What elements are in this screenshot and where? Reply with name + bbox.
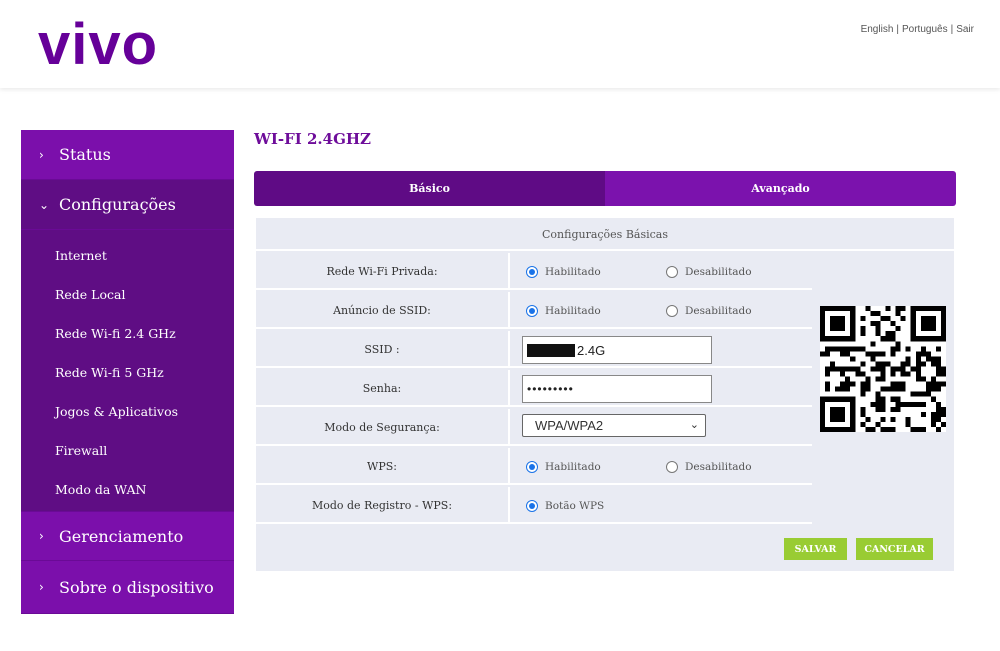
wps-button-radio[interactable]: Botão WPS xyxy=(526,500,604,512)
sidebar-item-label: Sobre o dispositivo xyxy=(59,577,214,597)
row-password: Senha: ••••••••• xyxy=(256,370,812,407)
sidebar-subitem-modo-wan[interactable]: Modo da WAN xyxy=(21,470,234,509)
language-portuguese-link[interactable]: Português xyxy=(902,24,948,35)
ssid-input[interactable]: 2.4G xyxy=(522,336,712,364)
vivo-logo[interactable]: vivo xyxy=(38,16,158,74)
sidebar-subitem-jogos-aplicativos[interactable]: Jogos & Aplicativos xyxy=(21,392,234,431)
logout-link[interactable]: Sair xyxy=(956,24,974,35)
main-content: WI-FI 2.4GHZ Básico Avançado Configuraçõ… xyxy=(254,130,956,571)
radio-label: Botão WPS xyxy=(545,500,605,512)
field-label: Senha: xyxy=(256,370,510,407)
row-wps-mode: Modo de Registro - WPS: Botão WPS xyxy=(256,487,812,524)
radio-unchecked-icon xyxy=(666,461,678,473)
wps-enabled-radio[interactable]: Habilitado xyxy=(526,461,601,473)
radio-label: Habilitado xyxy=(545,305,601,317)
field-label: WPS: xyxy=(256,448,510,485)
ssid-broadcast-enabled-radio[interactable]: Habilitado xyxy=(526,305,601,317)
radio-checked-icon xyxy=(526,266,538,278)
chevron-right-icon: › xyxy=(39,529,44,543)
basic-settings-panel: Configurações Básicas Rede Wi-Fi Privada… xyxy=(256,218,954,571)
password-value: ••••••••• xyxy=(527,382,574,396)
tab-basico[interactable]: Básico xyxy=(254,171,605,206)
tab-avancado[interactable]: Avançado xyxy=(605,171,956,206)
language-english-link[interactable]: English xyxy=(861,24,894,35)
radio-label: Habilitado xyxy=(545,266,601,278)
select-value: WPA/WPA2 xyxy=(535,418,604,433)
panel-title: Configurações Básicas xyxy=(256,218,954,251)
save-button[interactable]: SALVAR xyxy=(784,538,847,560)
redacted-text xyxy=(527,343,575,357)
field-label: Rede Wi-Fi Privada: xyxy=(256,253,510,290)
field-label: Modo de Segurança: xyxy=(256,409,510,446)
sidebar-item-sobre-dispositivo[interactable]: › Sobre o dispositivo xyxy=(21,561,234,614)
row-ssid-broadcast: Anúncio de SSID: Habilitado Desabilitado xyxy=(256,292,812,329)
private-network-disabled-radio[interactable]: Desabilitado xyxy=(666,266,752,278)
header: vivo English | Português | Sair xyxy=(0,0,1000,88)
sidebar-nav: › Status ⌄ Configurações Internet Rede L… xyxy=(21,130,234,614)
security-mode-select[interactable]: WPA/WPA2 ⌄ xyxy=(522,414,706,437)
sidebar-item-label: Configurações xyxy=(59,195,176,214)
chevron-right-icon: › xyxy=(39,147,44,162)
ssid-value: 2.4G xyxy=(577,342,606,358)
row-wps: WPS: Habilitado Desabilitado xyxy=(256,448,812,485)
sidebar-item-status[interactable]: › Status xyxy=(21,130,234,180)
sidebar-subitem-rede-local[interactable]: Rede Local xyxy=(21,275,234,314)
sidebar-item-label: Gerenciamento xyxy=(59,526,184,546)
chevron-right-icon: › xyxy=(39,580,44,594)
sidebar-subitem-wifi-5[interactable]: Rede Wi-fi 5 GHz xyxy=(21,353,234,392)
cancel-button[interactable]: CANCELAR xyxy=(856,538,933,560)
field-label: Modo de Registro - WPS: xyxy=(256,487,510,524)
sidebar-item-gerenciamento[interactable]: › Gerenciamento xyxy=(21,511,234,561)
link-separator: | xyxy=(896,24,899,35)
ssid-broadcast-disabled-radio[interactable]: Desabilitado xyxy=(666,305,752,317)
radio-unchecked-icon xyxy=(666,305,678,317)
row-security-mode: Modo de Segurança: WPA/WPA2 ⌄ xyxy=(256,409,812,446)
radio-label: Desabilitado xyxy=(685,305,752,317)
action-bar: SALVAR CANCELAR xyxy=(256,526,954,571)
wps-disabled-radio[interactable]: Desabilitado xyxy=(666,461,752,473)
field-label: Anúncio de SSID: xyxy=(256,292,510,329)
wifi-qr-code xyxy=(820,306,946,432)
password-input[interactable]: ••••••••• xyxy=(522,375,712,403)
language-links: English | Português | Sair xyxy=(861,24,974,35)
radio-checked-icon xyxy=(526,461,538,473)
sidebar-subitem-internet[interactable]: Internet xyxy=(21,236,234,275)
radio-label: Desabilitado xyxy=(685,461,752,473)
radio-checked-icon xyxy=(526,305,538,317)
link-separator: | xyxy=(950,24,954,35)
sidebar-item-label: Status xyxy=(59,145,111,164)
radio-label: Habilitado xyxy=(545,461,601,473)
field-label: SSID : xyxy=(256,331,510,368)
chevron-down-icon: ⌄ xyxy=(689,418,699,431)
sidebar-item-configuracoes[interactable]: ⌄ Configurações xyxy=(21,180,234,230)
sidebar-subitem-firewall[interactable]: Firewall xyxy=(21,431,234,470)
private-network-enabled-radio[interactable]: Habilitado xyxy=(526,266,601,278)
radio-unchecked-icon xyxy=(666,266,678,278)
radio-label: Desabilitado xyxy=(685,266,752,278)
radio-checked-icon xyxy=(526,500,538,512)
tab-bar: Básico Avançado xyxy=(254,171,956,206)
row-ssid: SSID : 2.4G xyxy=(256,331,812,368)
sidebar-subitem-wifi-24[interactable]: Rede Wi-fi 2.4 GHz xyxy=(21,314,234,353)
row-private-network: Rede Wi-Fi Privada: Habilitado Desabilit… xyxy=(256,253,812,290)
chevron-down-icon: ⌄ xyxy=(39,197,50,212)
qr-code-cell xyxy=(814,253,954,486)
page-title: WI-FI 2.4GHZ xyxy=(254,130,372,148)
